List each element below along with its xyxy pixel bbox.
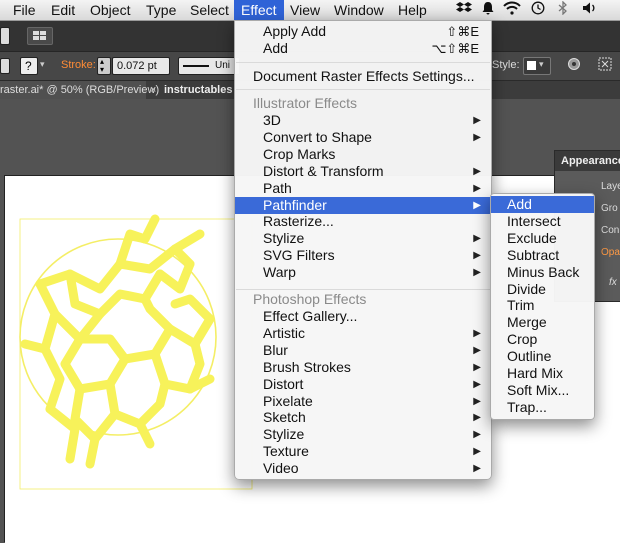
menu-item-ps-texture[interactable]: Texture ▶ — [235, 443, 491, 460]
pathfinder-item-minus-back[interactable]: Minus Back — [491, 264, 594, 281]
menu-item-svg-filters[interactable]: SVG Filters ▶ — [235, 247, 491, 264]
bluetooth-icon[interactable] — [558, 0, 568, 19]
menu-item-ps-stylize[interactable]: Stylize ▶ — [235, 426, 491, 443]
submenu-arrow-icon: ▶ — [473, 378, 481, 390]
pathfinder-item-trap[interactable]: Trap... — [491, 399, 594, 416]
appearance-row-contents[interactable]: Con — [601, 225, 619, 236]
stroke-label[interactable]: Stroke: — [61, 59, 96, 71]
menu-window[interactable]: Window — [334, 1, 384, 20]
pathfinder-item-divide[interactable]: Divide — [491, 281, 594, 298]
illustrator-effects-header: Illustrator Effects — [253, 95, 358, 111]
menu-item-ps-artistic[interactable]: Artistic ▶ — [235, 325, 491, 342]
style-label: Style: — [492, 59, 520, 71]
graphic-style-dropdown[interactable]: ▾ — [523, 57, 551, 75]
menu-item-ps-effect-gallery[interactable]: Effect Gallery... — [235, 308, 491, 325]
menu-item-ps-distort[interactable]: Distort ▶ — [235, 376, 491, 393]
stroke-help-icon[interactable]: ? — [20, 57, 38, 75]
chevron-down-icon[interactable]: ▾ — [40, 59, 45, 70]
submenu-arrow-icon: ▶ — [473, 182, 481, 194]
stroke-weight-input[interactable]: 0.072 pt — [112, 57, 170, 75]
clock-icon[interactable] — [531, 1, 545, 19]
menu-edit[interactable]: Edit — [51, 1, 75, 20]
menu-file[interactable]: File — [13, 1, 36, 20]
menu-item-ps-video[interactable]: Video ▶ — [235, 460, 491, 477]
submenu-arrow-icon: ▶ — [473, 267, 481, 279]
arrange-documents-button[interactable] — [27, 27, 53, 45]
menu-separator — [236, 89, 490, 90]
close-icon[interactable]: × — [150, 81, 156, 99]
submenu-arrow-icon: ▶ — [473, 463, 481, 475]
fill-swatch[interactable] — [0, 58, 10, 74]
menu-bar: File Edit Object Type Select Effect View… — [0, 0, 620, 21]
submenu-arrow-icon: ▶ — [473, 233, 481, 245]
menu-item-path[interactable]: Path ▶ — [235, 180, 491, 197]
menu-object[interactable]: Object — [90, 1, 130, 20]
pathfinder-item-subtract[interactable]: Subtract — [491, 247, 594, 264]
pathfinder-item-outline[interactable]: Outline — [491, 348, 594, 365]
tool-toggle[interactable] — [0, 27, 10, 45]
menu-item-ps-brush-strokes[interactable]: Brush Strokes ▶ — [235, 359, 491, 376]
fx-icon[interactable]: fx — [609, 277, 617, 288]
appearance-row-layer[interactable]: Laye — [601, 181, 620, 192]
menu-item-crop-marks[interactable]: Crop Marks — [235, 146, 491, 163]
menu-item-convert-to-shape[interactable]: Convert to Shape ▶ — [235, 129, 491, 146]
recolor-artwork-icon[interactable] — [567, 57, 581, 74]
dropbox-icon[interactable] — [456, 1, 472, 19]
pathfinder-submenu: Add Intersect Exclude Subtract Minus Back Div… — [490, 193, 595, 420]
wifi-icon[interactable] — [503, 1, 521, 19]
submenu-arrow-icon: ▶ — [473, 344, 481, 356]
pathfinder-item-soft-mix[interactable]: Soft Mix... — [491, 382, 594, 399]
submenu-arrow-icon: ▶ — [473, 165, 481, 177]
menu-help[interactable]: Help — [398, 1, 427, 20]
submenu-arrow-icon: ▶ — [473, 412, 481, 424]
stroke-stepper[interactable]: ▴ ▾ — [97, 57, 111, 75]
submenu-arrow-icon: ▶ — [473, 199, 481, 211]
menu-item-ps-pixelate[interactable]: Pixelate ▶ — [235, 393, 491, 410]
align-options-icon[interactable] — [598, 57, 612, 74]
photoshop-effects-header: Photoshop Effects — [253, 291, 367, 307]
submenu-arrow-icon: ▶ — [473, 327, 481, 339]
menu-item-document-raster-effects[interactable]: Document Raster Effects Settings... — [235, 68, 491, 85]
menu-item-pathfinder[interactable]: Pathfinder ▶ — [235, 196, 491, 214]
submenu-arrow-icon: ▶ — [473, 250, 481, 262]
menu-item-last-effect[interactable]: Add ⌥⇧⌘E — [235, 40, 491, 57]
submenu-arrow-icon: ▶ — [473, 115, 481, 126]
appearance-row-group[interactable]: Gro — [601, 203, 618, 214]
menu-select[interactable]: Select — [190, 1, 229, 20]
effect-menu: Apply Add ⇧⌘E Add ⌥⇧⌘E Document Raster E… — [234, 20, 492, 480]
menu-separator — [236, 62, 490, 63]
menu-type[interactable]: Type — [146, 1, 176, 20]
menu-view[interactable]: View — [290, 1, 320, 20]
menu-effect[interactable]: Effect — [234, 0, 284, 20]
menu-item-rasterize[interactable]: Rasterize... — [235, 213, 491, 230]
pathfinder-item-hard-mix[interactable]: Hard Mix — [491, 365, 594, 382]
menu-separator — [236, 289, 490, 290]
appearance-panel-title: Appearance — [555, 151, 620, 171]
tab-raster-document[interactable]: raster.ai* @ 50% (RGB/Preview) — [0, 81, 159, 99]
menu-item-3d[interactable]: 3D ▶ — [235, 112, 491, 129]
pathfinder-item-intersect[interactable]: Intersect — [491, 213, 594, 230]
menu-item-distort-transform[interactable]: Distort & Transform ▶ — [235, 163, 491, 180]
menu-item-apply-last-effect[interactable]: Apply Add ⇧⌘E — [235, 23, 491, 40]
volume-icon[interactable] — [582, 1, 598, 19]
pathfinder-item-crop[interactable]: Crop — [491, 331, 594, 348]
pathfinder-item-exclude[interactable]: Exclude — [491, 230, 594, 247]
tab-instructables-document[interactable]: instructables — [164, 81, 234, 99]
pathfinder-item-add[interactable]: Add — [491, 196, 594, 213]
bell-icon[interactable] — [481, 1, 495, 19]
pathfinder-item-trim[interactable]: Trim — [491, 297, 594, 314]
appearance-row-opacity[interactable]: Opa — [601, 247, 620, 258]
submenu-arrow-icon: ▶ — [473, 131, 481, 143]
submenu-arrow-icon: ▶ — [473, 446, 481, 458]
pathfinder-item-merge[interactable]: Merge — [491, 314, 594, 331]
submenu-arrow-icon: ▶ — [473, 395, 481, 407]
submenu-arrow-icon: ▶ — [473, 361, 481, 373]
menu-item-ps-sketch[interactable]: Sketch ▶ — [235, 409, 491, 426]
menu-item-warp[interactable]: Warp ▶ — [235, 264, 491, 281]
menu-item-ps-blur[interactable]: Blur ▶ — [235, 342, 491, 359]
menu-item-stylize[interactable]: Stylize ▶ — [235, 230, 491, 247]
submenu-arrow-icon: ▶ — [473, 429, 481, 441]
stroke-style-dropdown[interactable]: Uni — [178, 57, 240, 75]
